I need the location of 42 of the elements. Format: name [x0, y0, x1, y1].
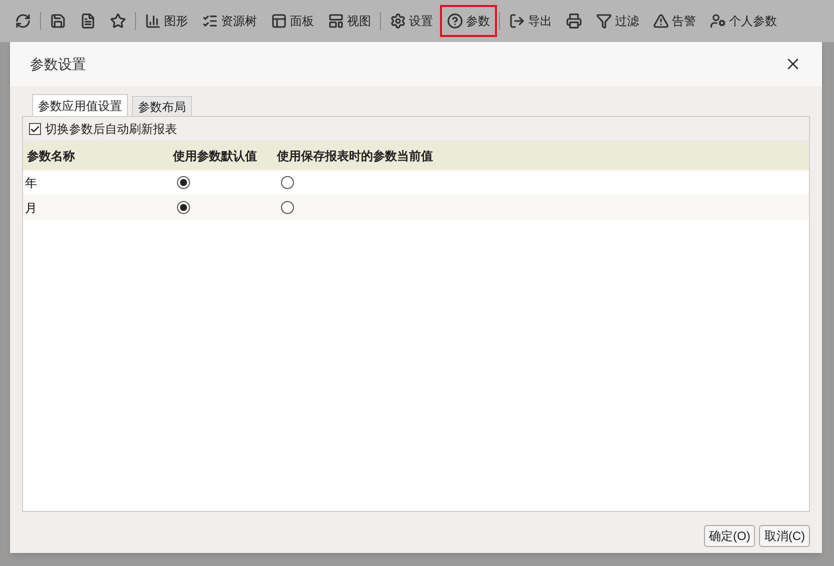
- column-header: 使用参数默认值: [172, 148, 258, 164]
- radio-button[interactable]: [281, 176, 294, 189]
- dialog-title: 参数设置: [30, 54, 86, 74]
- dialog-button[interactable]: 确定(O): [704, 525, 756, 547]
- settings-icon: [390, 13, 406, 29]
- table-cell-text: 月: [24, 200, 38, 216]
- tab[interactable]: 参数布局: [132, 96, 192, 116]
- layout-icon: [328, 13, 344, 29]
- toolbar-button[interactable]: 过滤: [589, 5, 646, 37]
- save-icon: [50, 13, 66, 29]
- toolbar-button[interactable]: 视图: [321, 5, 378, 37]
- export-icon: [509, 13, 525, 29]
- toolbar-button[interactable]: 图形: [138, 5, 195, 37]
- dialog-button[interactable]: 取消(C): [759, 525, 810, 547]
- checklist-icon: [202, 13, 218, 29]
- toolbar-button[interactable]: 资源树: [195, 5, 264, 37]
- refresh-icon: [15, 13, 31, 29]
- checkbox-label: 切换参数后自动刷新报表: [45, 121, 177, 138]
- column-header: 参数名称: [26, 148, 76, 164]
- user-icon: [710, 13, 726, 29]
- filter-icon: [596, 13, 612, 29]
- column-header: 使用保存报表时的参数当前值: [276, 148, 433, 164]
- toolbar-button[interactable]: 参数: [440, 5, 497, 37]
- radio-button[interactable]: [177, 176, 190, 189]
- star-icon: [110, 13, 126, 29]
- tab[interactable]: 参数应用值设置: [32, 94, 128, 116]
- alert-icon: [653, 13, 669, 29]
- help-icon: [447, 13, 463, 29]
- table-cell-text: 年: [24, 174, 38, 192]
- printer-icon: [566, 13, 582, 29]
- toolbar-button[interactable]: 面板: [264, 5, 321, 37]
- toolbar-button[interactable]: 导出: [502, 5, 559, 37]
- bar-chart-icon: [145, 13, 161, 29]
- panel-icon: [271, 13, 287, 29]
- radio-button[interactable]: [281, 201, 294, 214]
- check-icon: [30, 124, 40, 134]
- toolbar-button[interactable]: 个人参数: [703, 5, 784, 37]
- checkbox[interactable]: [29, 123, 41, 135]
- toolbar-button[interactable]: 告警: [646, 5, 703, 37]
- radio-button[interactable]: [177, 201, 190, 214]
- toolbar-button[interactable]: 设置: [383, 5, 440, 37]
- document-icon: [80, 13, 96, 29]
